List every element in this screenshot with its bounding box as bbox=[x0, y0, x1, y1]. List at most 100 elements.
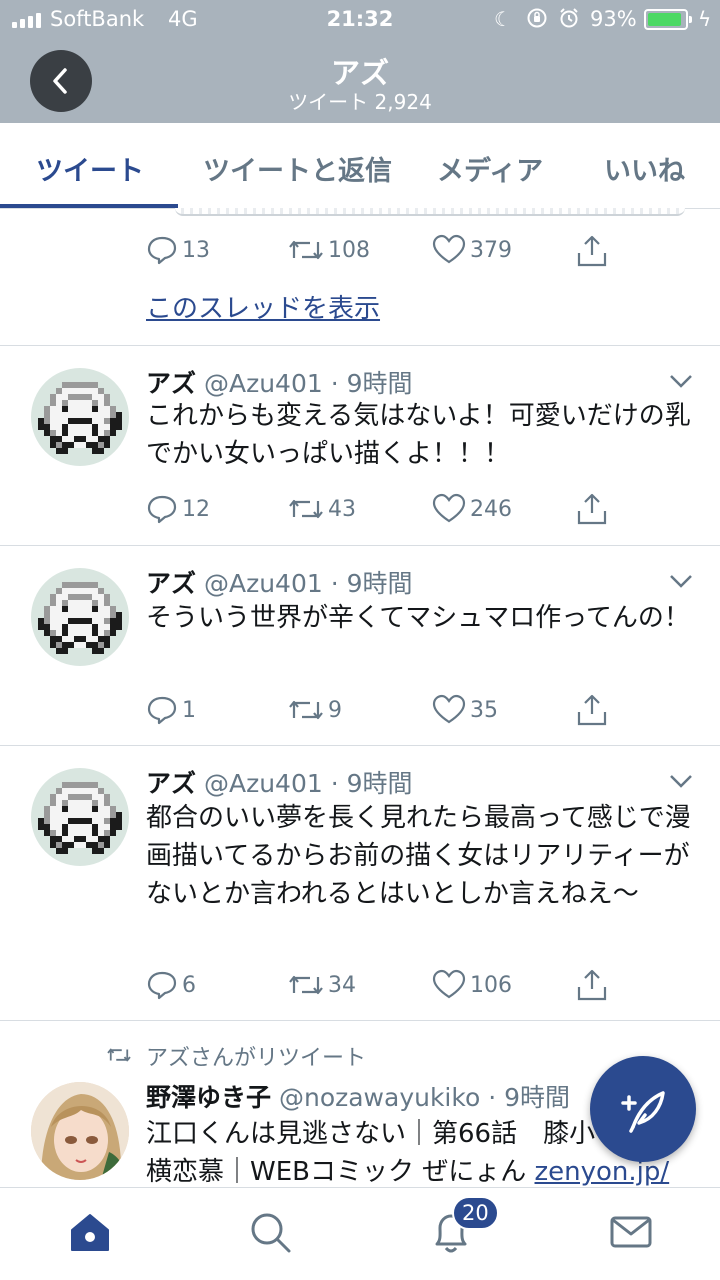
like-button[interactable]: 379 bbox=[432, 234, 512, 266]
retweet-icon bbox=[289, 240, 323, 260]
retweeted-by-label[interactable]: アズさんがリツイート bbox=[146, 1040, 366, 1072]
tab-likes[interactable]: いいね bbox=[604, 149, 685, 188]
tweet-time: · 9時間 bbox=[488, 1083, 571, 1112]
tweet-divider bbox=[0, 545, 720, 546]
reply-count: 6 bbox=[182, 972, 196, 998]
reply-button[interactable]: 6 bbox=[146, 969, 196, 1001]
like-button[interactable]: 106 bbox=[432, 969, 512, 1001]
retweet-icon bbox=[289, 975, 323, 995]
home-icon bbox=[71, 1214, 109, 1251]
tweet-text: これからも変える気はないよ！可愛いだけの乳でかい女いっぱい描くよ！！！ bbox=[146, 401, 691, 469]
chevron-down-icon[interactable] bbox=[668, 372, 694, 390]
display-name[interactable]: アズ bbox=[146, 769, 196, 798]
display-name[interactable]: アズ bbox=[146, 569, 196, 598]
pixel-art-avatar-image bbox=[38, 782, 122, 854]
like-button[interactable]: 35 bbox=[432, 694, 498, 726]
anime-character-avatar-image bbox=[31, 1082, 129, 1180]
retweet-button[interactable]: 108 bbox=[288, 234, 370, 266]
user-handle[interactable]: @Azu401 bbox=[204, 569, 323, 598]
reply-button[interactable]: 12 bbox=[146, 493, 210, 525]
share-icon bbox=[577, 694, 607, 726]
share-icon bbox=[577, 235, 607, 267]
retweet-button[interactable]: 9 bbox=[288, 694, 342, 726]
heart-icon bbox=[432, 694, 466, 724]
tweet-divider bbox=[0, 745, 720, 746]
nav-messages[interactable] bbox=[609, 1210, 653, 1258]
do-not-disturb-icon: ☾ bbox=[494, 7, 512, 31]
retweet-button[interactable]: 43 bbox=[288, 493, 356, 525]
tweet-divider bbox=[0, 345, 720, 346]
share-button[interactable] bbox=[576, 693, 612, 727]
avatar[interactable] bbox=[31, 1082, 129, 1180]
retweet-count: 9 bbox=[328, 697, 342, 723]
nav-search[interactable] bbox=[248, 1210, 292, 1258]
active-tab-indicator bbox=[0, 204, 178, 208]
tweet-header: 野澤ゆき子 @nozawayukiko · 9時間 bbox=[146, 1078, 570, 1114]
reply-button[interactable]: 1 bbox=[146, 694, 196, 726]
retweet-count: 34 bbox=[328, 972, 356, 998]
chevron-down-icon[interactable] bbox=[668, 572, 694, 590]
share-icon bbox=[577, 493, 607, 525]
reply-icon bbox=[147, 495, 177, 524]
retweet-icon bbox=[289, 499, 323, 519]
compose-tweet-button[interactable] bbox=[590, 1056, 696, 1162]
avatar[interactable] bbox=[31, 768, 129, 866]
tweet-time: · 9時間 bbox=[330, 769, 413, 798]
pixel-art-avatar-image bbox=[38, 582, 122, 654]
tab-tweets[interactable]: ツイート bbox=[36, 149, 144, 188]
share-button[interactable] bbox=[576, 968, 612, 1002]
chevron-down-icon[interactable] bbox=[668, 772, 694, 790]
bottom-navigation bbox=[0, 1187, 720, 1280]
like-button[interactable]: 246 bbox=[432, 493, 512, 525]
retweet-count: 108 bbox=[328, 237, 370, 263]
heart-icon bbox=[432, 969, 466, 999]
share-icon bbox=[577, 969, 607, 1001]
reply-icon bbox=[147, 236, 177, 265]
share-button[interactable] bbox=[576, 234, 612, 268]
search-icon bbox=[251, 1213, 291, 1253]
tweet-count: ツイート 2,924 bbox=[288, 90, 432, 114]
battery-icon bbox=[644, 9, 692, 30]
reply-icon bbox=[147, 696, 177, 725]
profile-tabs: ツイート ツイートと返信 メディア いいね bbox=[0, 123, 720, 209]
retweet-icon bbox=[289, 700, 323, 720]
notification-badge: 20 bbox=[452, 1196, 499, 1230]
like-count: 106 bbox=[470, 972, 512, 998]
user-handle[interactable]: @nozawayukiko bbox=[279, 1083, 480, 1112]
tweet-media-image[interactable] bbox=[175, 208, 685, 216]
show-thread-link[interactable]: このスレッドを表示 bbox=[146, 288, 380, 325]
user-handle[interactable]: @Azu401 bbox=[204, 369, 323, 398]
like-count: 379 bbox=[470, 237, 512, 263]
avatar[interactable] bbox=[31, 568, 129, 666]
rotation-lock-icon bbox=[526, 7, 548, 34]
tab-tweets-and-replies[interactable]: ツイートと返信 bbox=[203, 149, 392, 188]
reply-count: 1 bbox=[182, 697, 196, 723]
display-name[interactable]: アズ bbox=[146, 369, 196, 398]
reply-count: 12 bbox=[182, 496, 210, 522]
reply-button[interactable]: 13 bbox=[146, 234, 210, 266]
user-handle[interactable]: @Azu401 bbox=[204, 769, 323, 798]
compose-feather-icon bbox=[621, 1091, 665, 1133]
profile-header: SoftBank 4G 21:32 ☾ 93% ϟ アズ ツイート 2,924 bbox=[0, 0, 720, 123]
envelope-icon bbox=[610, 1216, 652, 1248]
like-count: 246 bbox=[470, 496, 512, 522]
tab-media[interactable]: メディア bbox=[437, 149, 543, 188]
retweet-icon bbox=[107, 1048, 131, 1062]
pixel-art-avatar-image bbox=[38, 382, 122, 454]
share-button[interactable] bbox=[576, 492, 612, 526]
tweet-text: そういう世界が辛くてマシュマロ作ってんの！ bbox=[146, 603, 690, 633]
alarm-icon bbox=[558, 7, 580, 34]
tweet-time: · 9時間 bbox=[330, 569, 413, 598]
display-name[interactable]: 野澤ゆき子 bbox=[146, 1083, 271, 1112]
tweet-header: アズ @Azu401 · 9時間 bbox=[146, 764, 413, 800]
tweet-text: 都合のいい夢を長く見れたら最高って感じで漫画描いてるからお前の描く女はリアリティ… bbox=[146, 803, 691, 909]
avatar[interactable] bbox=[31, 368, 129, 466]
tweet-text-line: 横恋慕｜WEBコミック ぜにょん zenyon.jp/ bbox=[146, 1153, 706, 1191]
heart-icon bbox=[432, 234, 466, 264]
retweet-button[interactable]: 34 bbox=[288, 969, 356, 1001]
nav-home[interactable] bbox=[68, 1210, 112, 1258]
retweet-count: 43 bbox=[328, 496, 356, 522]
tweet-header: アズ @Azu401 · 9時間 bbox=[146, 364, 413, 400]
tweet-header: アズ @Azu401 · 9時間 bbox=[146, 564, 413, 600]
battery-percentage: 93% bbox=[590, 7, 637, 31]
